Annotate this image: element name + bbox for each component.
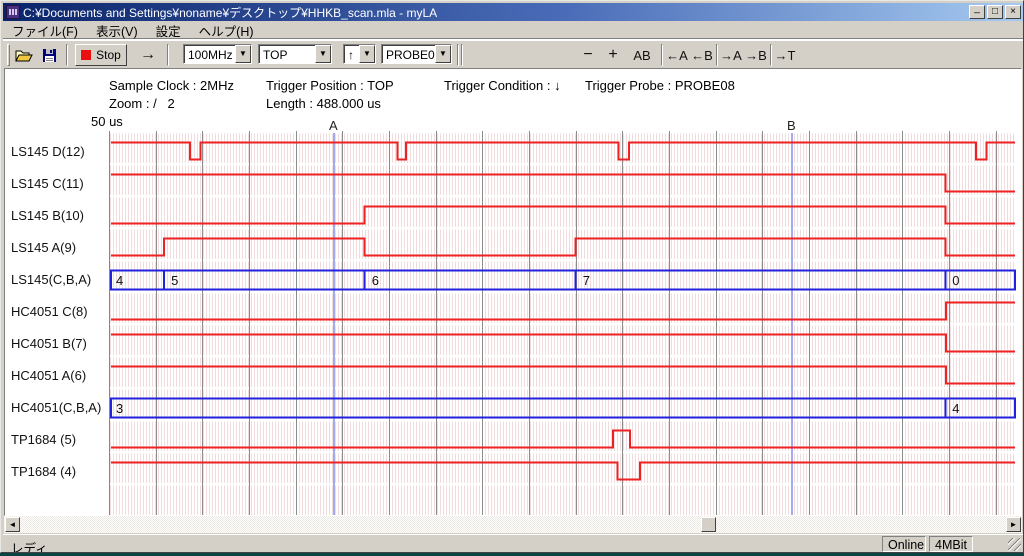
toolbar-grip[interactable] [7,44,10,66]
goto-b-left-button[interactable]: ←B [690,44,714,66]
status-online: Online [882,536,926,552]
trigger-probe-info: Trigger Probe : PROBE08 [585,78,735,93]
goto-trigger-button[interactable]: →T [773,44,797,66]
save-button[interactable] [37,44,61,66]
stop-label: Stop [96,48,121,62]
ab-button[interactable]: AB [627,44,657,66]
chevron-down-icon[interactable]: ▼ [435,45,451,63]
goto-b-right-button[interactable]: →B [744,44,768,66]
clock-value: 100MHz [184,45,235,63]
toolbar-separator [770,44,772,66]
stop-button[interactable]: Stop [75,44,127,66]
toolbar-separator [457,44,459,66]
resize-grip-icon[interactable] [1008,538,1021,551]
toolbar-separator [66,44,68,66]
close-button[interactable]: × [1005,5,1021,19]
trigger-condition-info: Trigger Condition : ↓ [444,78,561,93]
trigger-position-combobox[interactable]: TOP ▼ [258,44,332,64]
goto-a-right-button[interactable]: →A [719,44,743,66]
chevron-down-icon[interactable]: ▼ [235,45,251,63]
zoom-in-button[interactable]: + [602,44,624,66]
floppy-icon [42,48,57,63]
probe-combobox[interactable]: PROBE00 ▼ [381,44,452,64]
toolbar: Stop → 100MHz ▼ TOP ▼ ↑ ▼ PROBE00 ▼ − + … [3,40,1023,68]
toolbar-separator [461,44,463,66]
zoom-out-button[interactable]: − [577,44,599,66]
app-window: C:¥Documents and Settings¥noname¥デスクトップ¥… [0,0,1024,553]
run-button[interactable]: → [134,44,162,66]
goto-a-left-button[interactable]: ←A [665,44,689,66]
scrollbar-thumb[interactable] [701,517,716,532]
timebase-label: 50 us [91,114,123,129]
status-ready-text: レディ [11,538,48,553]
menu-bar: ファイル(F) 表示(V) 設定 ヘルプ(H) [3,21,1023,40]
trigger-edge-value: ↑ [344,45,359,63]
maximize-button[interactable]: □ [987,5,1003,19]
zoom-info: Zoom : / 2 [109,96,175,111]
horizontal-scrollbar[interactable]: ◄ ► [4,516,1022,533]
scroll-right-arrow[interactable]: ► [1006,517,1021,532]
stop-square-icon [81,50,91,60]
menu-help[interactable]: ヘルプ(H) [190,19,263,42]
minimize-button[interactable]: _ [969,5,985,19]
menu-file[interactable]: ファイル(F) [3,19,87,42]
toolbar-separator [716,44,718,66]
toolbar-separator [661,44,663,66]
status-bar: レディ Online 4MBit [3,534,1023,552]
clock-combobox[interactable]: 100MHz ▼ [183,44,252,64]
open-button[interactable] [12,44,36,66]
app-icon [6,5,20,19]
trigger-edge-combobox[interactable]: ↑ ▼ [343,44,376,64]
menu-settings[interactable]: 設定 [147,19,190,42]
trigger-position-value: TOP [259,45,315,63]
chevron-down-icon[interactable]: ▼ [359,45,375,63]
status-memory: 4MBit [929,536,973,552]
menu-view[interactable]: 表示(V) [87,19,147,42]
toolbar-separator [167,44,169,66]
probe-value: PROBE00 [382,45,435,63]
scroll-left-arrow[interactable]: ◄ [5,517,20,532]
length-info: Length : 488.000 us [266,96,381,111]
waveform-canvas[interactable] [110,131,1015,515]
chevron-down-icon[interactable]: ▼ [315,45,331,63]
marker-label-a[interactable]: A [329,118,338,133]
open-folder-icon [15,48,33,63]
marker-label-b[interactable]: B [787,118,796,133]
trigger-position-info: Trigger Position : TOP [266,78,394,93]
sample-clock-info: Sample Clock : 2MHz [109,78,234,93]
